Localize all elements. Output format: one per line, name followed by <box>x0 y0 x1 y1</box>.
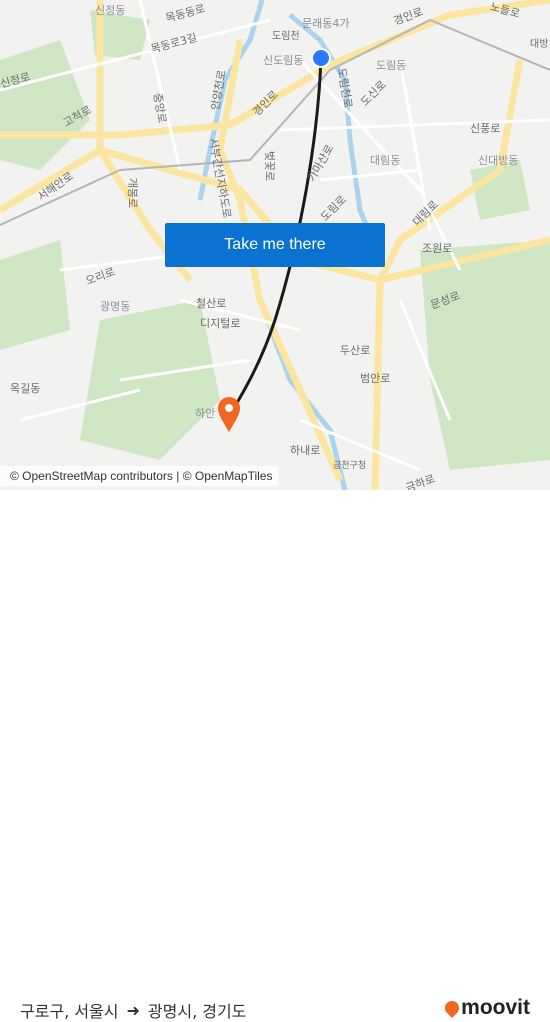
destination-name: 광명시, 경기도 <box>147 1002 247 1021</box>
origin-dot-icon <box>311 48 331 68</box>
label: 조원로 <box>422 242 453 255</box>
label: 개봉로 <box>126 177 140 209</box>
footer: 구로구, 서울시 ➜ 광명시, 경기도 moovit <box>0 490 550 1021</box>
label: 문래동4가 <box>302 17 350 30</box>
label: 옥길동 <box>10 382 41 395</box>
label: 두산로 <box>340 344 371 357</box>
label: 범안로 <box>360 372 391 385</box>
label: 신정동 <box>95 4 126 17</box>
moovit-logo[interactable]: moovit <box>442 996 530 1020</box>
label: 광명동 <box>100 300 131 313</box>
label: 철산로 <box>196 297 227 310</box>
arrow-right-icon: ➜ <box>126 1000 140 1020</box>
label: 대림동 <box>370 154 401 167</box>
label: 신도림동 <box>263 54 304 67</box>
route-title: 구로구, 서울시 ➜ 광명시, 경기도 <box>20 998 246 1022</box>
label: 대방 <box>530 39 549 50</box>
label: 디지털로 <box>200 317 241 330</box>
origin-name: 구로구, 서울시 <box>20 1002 119 1021</box>
label: 금천구청 <box>333 461 367 471</box>
moovit-pin-icon <box>442 998 463 1018</box>
map-pin-icon <box>218 397 240 432</box>
brand-name: moovit <box>461 996 530 1019</box>
map[interactable]: 신정동 목동동로 문래동4가 경인로 노들로 도림천 목동로3길 신도림동 도림… <box>0 0 550 490</box>
label: 신풍로 <box>470 122 501 135</box>
map-attribution[interactable]: © OpenStreetMap contributors | © OpenMap… <box>0 466 279 486</box>
label: 신대방동 <box>478 154 519 167</box>
label: 도림동 <box>376 59 407 72</box>
take-me-there-button[interactable]: Take me there <box>165 223 385 267</box>
label: 도림천 <box>272 31 300 42</box>
label: 하안 <box>195 407 216 420</box>
label: 벚꽃로 <box>263 150 277 182</box>
label: 하내로 <box>290 444 321 457</box>
